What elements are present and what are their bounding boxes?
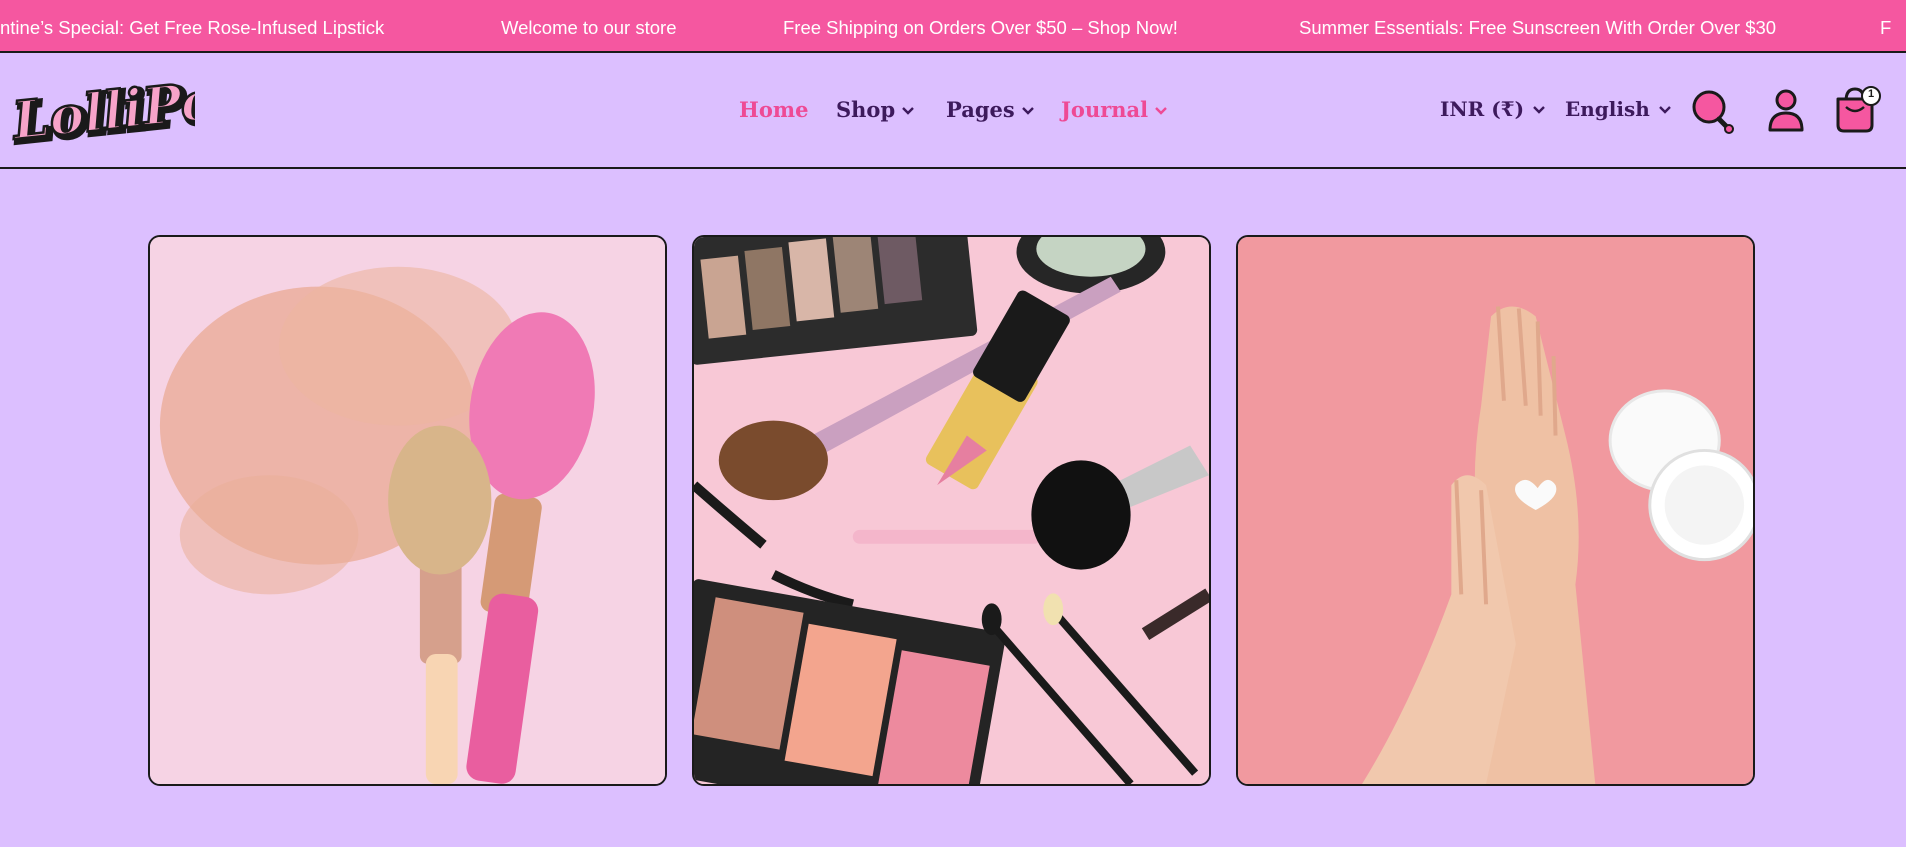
language-label: English: [1565, 97, 1650, 121]
gallery-image-makeup-flatlay[interactable]: [692, 235, 1211, 786]
gallery-image-blush-powder[interactable]: [148, 235, 667, 786]
chevron-down-icon: [1155, 106, 1167, 115]
chevron-down-icon: [1533, 106, 1545, 114]
chevron-down-icon: [1021, 106, 1034, 115]
nav-shop-label: Shop: [836, 97, 896, 122]
nav-pages[interactable]: Pages: [946, 97, 1035, 122]
brand-logo[interactable]: LolliPop LolliPop: [7, 65, 261, 158]
cart-button[interactable]: 1: [1834, 83, 1884, 135]
language-selector[interactable]: English: [1565, 97, 1672, 121]
nav-home[interactable]: Home: [739, 97, 808, 122]
blush-brushes-image: [150, 237, 665, 784]
announcement-text[interactable]: Welcome to our store: [501, 17, 676, 39]
site-header: LolliPop LolliPop Home Shop Pages Journa…: [0, 53, 1906, 169]
nav-journal[interactable]: Journal: [1061, 97, 1168, 122]
announcement-text[interactable]: Free Shipping on Orders Over $50 – Shop …: [783, 17, 1178, 39]
announcement-bar: ntine’s Special: Get Free Rose-Infused L…: [0, 0, 1906, 53]
gallery-image-hands-cream[interactable]: [1236, 235, 1755, 786]
chevron-down-icon: [902, 106, 914, 115]
nav-journal-label: Journal: [1061, 97, 1149, 122]
cart-count-badge: 1: [1867, 88, 1875, 100]
account-button[interactable]: [1766, 88, 1806, 134]
currency-label: INR (₹): [1440, 97, 1525, 121]
svg-text:LolliPop: LolliPop: [10, 67, 195, 152]
announcement-text[interactable]: ntine’s Special: Get Free Rose-Infused L…: [0, 17, 384, 39]
makeup-flatlay-image: [694, 237, 1209, 784]
announcement-text[interactable]: F: [1880, 17, 1891, 39]
account-icon: [1768, 89, 1804, 132]
announcement-text[interactable]: Summer Essentials: Free Sunscreen With O…: [1299, 17, 1776, 39]
nav-shop[interactable]: Shop: [836, 97, 915, 122]
nav-home-label: Home: [739, 97, 809, 122]
search-button[interactable]: [1690, 88, 1736, 134]
chevron-down-icon: [1658, 106, 1671, 114]
currency-selector[interactable]: INR (₹): [1440, 97, 1546, 121]
search-icon: [1692, 90, 1734, 134]
hands-cream-image: [1238, 237, 1753, 784]
nav-pages-label: Pages: [946, 97, 1015, 122]
